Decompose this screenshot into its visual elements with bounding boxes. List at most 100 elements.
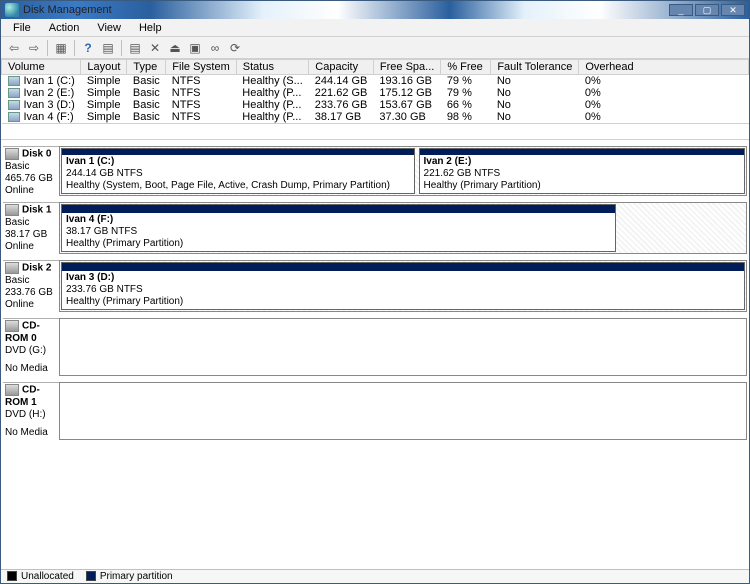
optical-info[interactable]: CD-ROM 1DVD (H:)No Media xyxy=(3,382,59,440)
separator xyxy=(121,40,122,56)
vol-pct: 79 % xyxy=(441,87,491,99)
col-volume[interactable]: Volume xyxy=(2,60,81,75)
minimize-button[interactable]: _ xyxy=(669,4,693,16)
menu-file[interactable]: File xyxy=(5,21,39,35)
vol-overhead: 0% xyxy=(579,87,749,99)
partition-name: Ivan 4 (F:) xyxy=(66,214,611,226)
link-icon[interactable]: ∞ xyxy=(206,39,224,57)
separator xyxy=(47,40,48,56)
disk-row: Disk 1Basic38.17 GBOnlineIvan 4 (F:)38.1… xyxy=(3,202,747,254)
close-button[interactable]: ✕ xyxy=(721,4,745,16)
partition[interactable]: Ivan 1 (C:)244.14 GB NTFSHealthy (System… xyxy=(61,148,415,194)
maximize-button[interactable]: ▢ xyxy=(695,4,719,16)
view-icon[interactable]: ▦ xyxy=(52,39,70,57)
properties-icon[interactable]: ▤ xyxy=(99,39,117,57)
vol-name: Ivan 1 (C:) xyxy=(2,75,81,88)
vol-status: Healthy (S... xyxy=(236,75,309,88)
disk-layout: Ivan 3 (D:)233.76 GB NTFSHealthy (Primar… xyxy=(59,260,747,312)
vol-name: Ivan 4 (F:) xyxy=(2,111,81,124)
partition-health: Healthy (System, Boot, Page File, Active… xyxy=(66,180,410,192)
help-icon[interactable]: ? xyxy=(79,39,97,57)
partition-name: Ivan 2 (E:) xyxy=(424,156,740,168)
toolbar: ⇦ ⇨ ▦ ? ▤ ▤ ✕ ⏏ ▣ ∞ ⟳ xyxy=(1,37,749,59)
primary-swatch xyxy=(86,571,96,581)
disk-icon xyxy=(5,148,19,160)
partition-name: Ivan 1 (C:) xyxy=(66,156,410,168)
vol-overhead: 0% xyxy=(579,111,749,124)
volume-icon xyxy=(8,100,20,110)
disk-row: Disk 0Basic465.76 GBOnlineIvan 1 (C:)244… xyxy=(3,146,747,196)
vol-free: 175.12 GB xyxy=(373,87,440,99)
disk-layout: Ivan 1 (C:)244.14 GB NTFSHealthy (System… xyxy=(59,146,747,196)
col-pctfree[interactable]: % Free xyxy=(441,60,491,75)
legend: Unallocated Primary partition xyxy=(1,569,749,583)
vol-layout: Simple xyxy=(81,111,127,124)
titlebar: Disk Management _ ▢ ✕ xyxy=(1,1,749,19)
disk-layout: Ivan 4 (F:)38.17 GB NTFSHealthy (Primary… xyxy=(59,202,747,254)
vol-status: Healthy (P... xyxy=(236,87,309,99)
save-icon[interactable]: ▣ xyxy=(186,39,204,57)
vol-type: Basic xyxy=(127,87,166,99)
col-freespace[interactable]: Free Spa... xyxy=(373,60,440,75)
menubar: File Action View Help xyxy=(1,19,749,37)
vol-name: Ivan 3 (D:) xyxy=(2,99,81,111)
disk-management-icon xyxy=(5,3,19,17)
vol-overhead: 0% xyxy=(579,99,749,111)
vol-pct: 79 % xyxy=(441,75,491,88)
volume-icon xyxy=(8,88,20,98)
col-filesystem[interactable]: File System xyxy=(166,60,236,75)
disk-info[interactable]: Disk 0Basic465.76 GBOnline xyxy=(3,146,59,196)
disk-info[interactable]: Disk 2Basic233.76 GBOnline xyxy=(3,260,59,312)
vol-type: Basic xyxy=(127,99,166,111)
vol-pct: 66 % xyxy=(441,99,491,111)
menu-action[interactable]: Action xyxy=(41,21,88,35)
partition-stripe xyxy=(62,205,615,213)
volume-row[interactable]: Ivan 3 (D:)SimpleBasicNTFSHealthy (P...2… xyxy=(2,99,749,111)
volume-row[interactable]: Ivan 2 (E:)SimpleBasicNTFSHealthy (P...2… xyxy=(2,87,749,99)
partition-health: Healthy (Primary Partition) xyxy=(66,238,611,250)
vol-type: Basic xyxy=(127,75,166,88)
partition-size: 38.17 GB NTFS xyxy=(66,226,611,238)
refresh-icon[interactable]: ⟳ xyxy=(226,39,244,57)
menu-help[interactable]: Help xyxy=(131,21,170,35)
col-overhead[interactable]: Overhead xyxy=(579,60,749,75)
vol-capacity: 38.17 GB xyxy=(309,111,374,124)
optical-icon xyxy=(5,384,19,396)
disk-info[interactable]: Disk 1Basic38.17 GBOnline xyxy=(3,202,59,254)
disk-row: Disk 2Basic233.76 GBOnlineIvan 3 (D:)233… xyxy=(3,260,747,312)
disk-icon xyxy=(5,262,19,274)
vol-free: 153.67 GB xyxy=(373,99,440,111)
vol-fault: No xyxy=(491,87,579,99)
col-fault[interactable]: Fault Tolerance xyxy=(491,60,579,75)
partition-health: Healthy (Primary Partition) xyxy=(66,296,740,308)
partition-size: 244.14 GB NTFS xyxy=(66,168,410,180)
volume-table: Volume Layout Type File System Status Ca… xyxy=(1,59,749,124)
partition-health: Healthy (Primary Partition) xyxy=(424,180,740,192)
optical-icon xyxy=(5,320,19,332)
back-icon[interactable]: ⇦ xyxy=(5,39,23,57)
menu-view[interactable]: View xyxy=(89,21,129,35)
volume-list-pane: Volume Layout Type File System Status Ca… xyxy=(1,59,749,139)
col-type[interactable]: Type xyxy=(127,60,166,75)
volume-icon xyxy=(8,76,20,86)
volume-icon xyxy=(8,112,20,122)
delete-icon[interactable]: ✕ xyxy=(146,39,164,57)
vol-status: Healthy (P... xyxy=(236,99,309,111)
col-capacity[interactable]: Capacity xyxy=(309,60,374,75)
volume-row[interactable]: Ivan 4 (F:)SimpleBasicNTFSHealthy (P...3… xyxy=(2,111,749,124)
partition[interactable]: Ivan 2 (E:)221.62 GB NTFSHealthy (Primar… xyxy=(419,148,745,194)
window-controls: _ ▢ ✕ xyxy=(667,4,745,16)
optical-info[interactable]: CD-ROM 0DVD (G:)No Media xyxy=(3,318,59,376)
vol-status: Healthy (P... xyxy=(236,111,309,124)
partition[interactable]: Ivan 4 (F:)38.17 GB NTFSHealthy (Primary… xyxy=(61,204,616,252)
col-layout[interactable]: Layout xyxy=(81,60,127,75)
partition-size: 233.76 GB NTFS xyxy=(66,284,740,296)
volume-row[interactable]: Ivan 1 (C:)SimpleBasicNTFSHealthy (S...2… xyxy=(2,75,749,88)
col-status[interactable]: Status xyxy=(236,60,309,75)
eject-icon[interactable]: ⏏ xyxy=(166,39,184,57)
forward-icon[interactable]: ⇨ xyxy=(25,39,43,57)
list-icon[interactable]: ▤ xyxy=(126,39,144,57)
partition[interactable]: Ivan 3 (D:)233.76 GB NTFSHealthy (Primar… xyxy=(61,262,745,310)
vol-pct: 98 % xyxy=(441,111,491,124)
volume-header-row: Volume Layout Type File System Status Ca… xyxy=(2,60,749,75)
